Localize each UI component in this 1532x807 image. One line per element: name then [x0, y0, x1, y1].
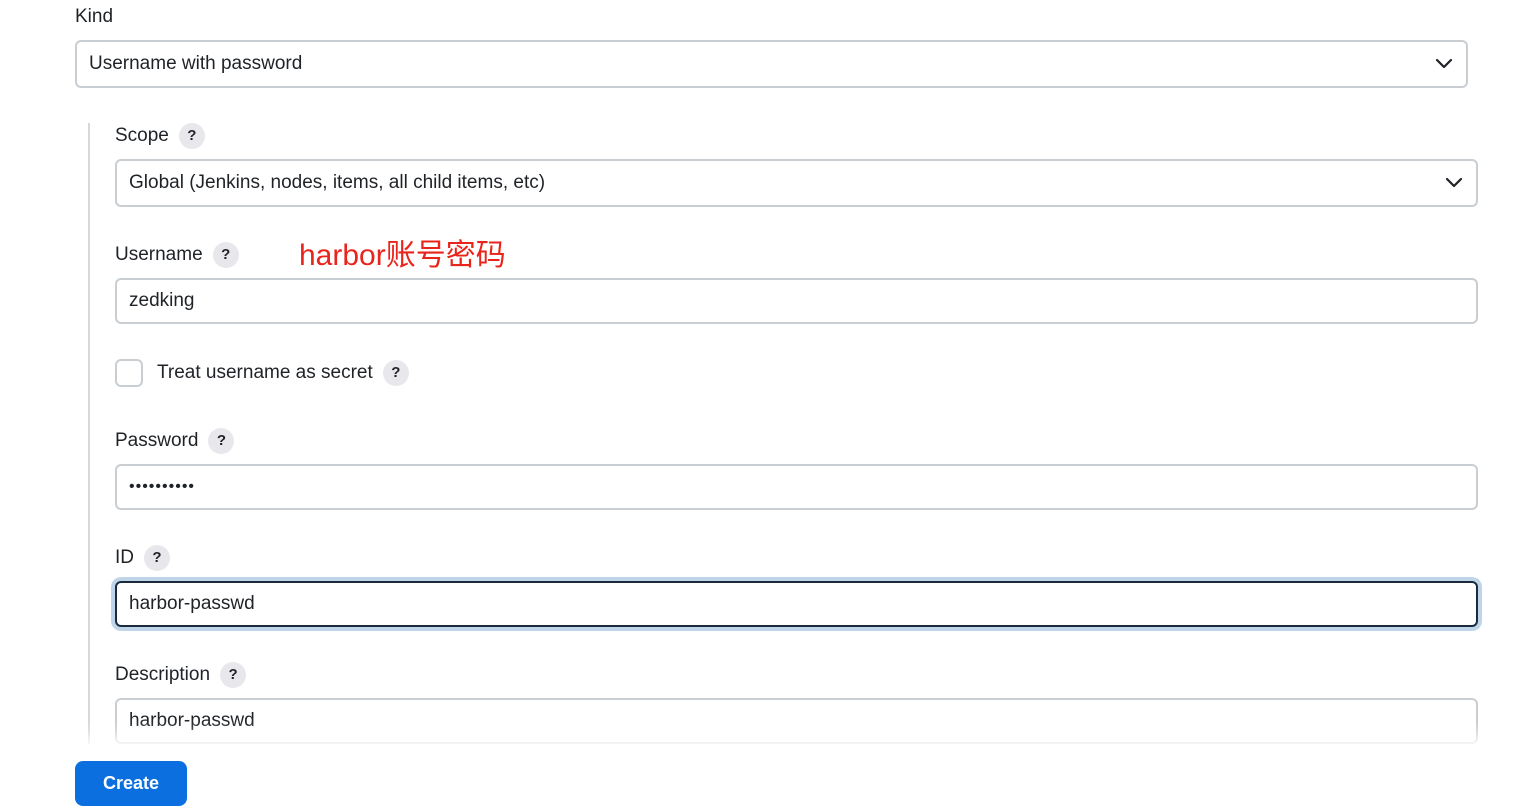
password-input[interactable]: ••••••••••: [115, 464, 1478, 510]
description-label-text: Description: [115, 664, 211, 685]
help-icon[interactable]: ?: [208, 428, 235, 454]
create-button[interactable]: Create: [75, 761, 187, 806]
credentials-form: Kind Username with password Scope ? Glob…: [0, 0, 1532, 807]
password-label-text: Password: [115, 430, 199, 451]
chevron-down-icon: [1444, 173, 1464, 193]
kind-select[interactable]: Username with password: [75, 40, 1468, 88]
username-input-value: zedking: [129, 290, 195, 311]
kind-label-text: Kind: [75, 6, 114, 27]
scope-select-value: Global (Jenkins, nodes, items, all child…: [129, 172, 546, 193]
bottom-action-bar: [40, 744, 1510, 807]
treat-username-secret-label-text[interactable]: Treat username as secret: [157, 361, 373, 385]
treat-username-secret-checkbox[interactable]: [115, 359, 143, 387]
id-input-value: harbor-passwd: [129, 593, 255, 614]
id-label: ID ?: [115, 545, 170, 571]
help-icon[interactable]: ?: [382, 360, 409, 386]
help-icon[interactable]: ?: [178, 123, 205, 149]
scope-select[interactable]: Global (Jenkins, nodes, items, all child…: [115, 159, 1478, 207]
help-icon[interactable]: ?: [212, 242, 239, 268]
section-divider: [88, 123, 90, 745]
password-input-value: ••••••••••: [129, 478, 196, 495]
kind-label: Kind: [75, 5, 113, 29]
password-label: Password ?: [115, 428, 235, 454]
red-annotation: harbor账号密码: [299, 239, 506, 272]
description-label: Description ?: [115, 662, 247, 688]
id-label-text: ID: [115, 547, 134, 568]
description-input-value: harbor-passwd: [129, 710, 255, 731]
id-input[interactable]: harbor-passwd: [115, 581, 1478, 627]
username-input[interactable]: zedking: [115, 278, 1478, 324]
username-label: Username ?: [115, 242, 239, 268]
help-icon[interactable]: ?: [144, 545, 170, 571]
description-input[interactable]: harbor-passwd: [115, 698, 1478, 744]
username-label-text: Username: [115, 244, 203, 265]
help-icon[interactable]: ?: [220, 662, 247, 688]
scope-label-text: Scope: [115, 125, 169, 146]
chevron-down-icon: [1434, 54, 1454, 74]
kind-select-value: Username with password: [89, 53, 303, 74]
scope-label: Scope ?: [115, 123, 205, 149]
treat-username-secret-label: Treat username as secret ?: [157, 360, 409, 386]
